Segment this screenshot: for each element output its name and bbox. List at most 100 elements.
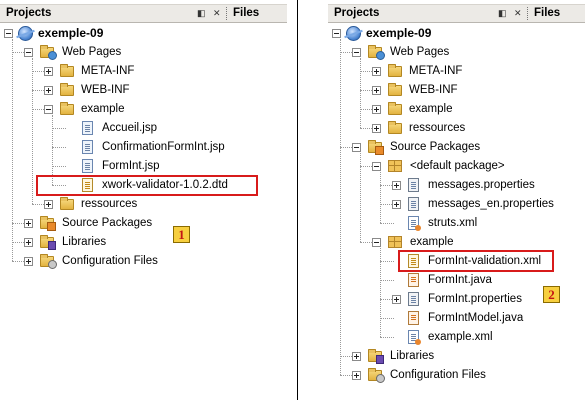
tree-item-label: ConfirmationFormInt.jsp [102,141,225,153]
folder-icon [60,102,74,115]
tree-item-label: <default package> [410,160,505,172]
collapse-toggle[interactable] [44,105,53,114]
tree-item-label: Configuration Files [62,255,158,267]
tab-projects[interactable]: Projects [0,5,51,22]
expand-toggle[interactable] [24,238,33,247]
configuration-files-icon [40,254,57,269]
source-packages-icon [40,216,56,231]
collapse-toggle[interactable] [372,162,381,171]
close-icon[interactable]: ✕ [213,5,221,22]
folder-icon [60,83,74,96]
expand-toggle[interactable] [372,105,381,114]
collapse-toggle[interactable] [352,143,361,152]
collapse-toggle[interactable] [332,29,341,38]
expand-toggle[interactable] [44,86,53,95]
tree-item-label: exemple-09 [366,26,432,40]
minimize-icon[interactable]: ◧ [498,5,507,22]
tree-item-label: Web Pages [390,46,450,58]
expand-toggle[interactable] [372,67,381,76]
panel-header: Projects ◧ ✕ Files [0,4,287,23]
expand-toggle[interactable] [372,86,381,95]
tree-item-label: FormInt.properties [428,293,522,305]
tree-item-label: ressources [81,198,138,210]
tree-item-label: example.xml [428,331,493,343]
expand-toggle[interactable] [24,257,33,266]
properties-file-icon [408,292,419,306]
tab-files[interactable]: Files [233,5,259,22]
web-pages-folder-icon [40,45,57,60]
panel-divider [297,0,298,400]
tree-item-label: exemple-09 [38,26,104,40]
java-file-icon [408,273,419,287]
tree-item-label: Libraries [62,236,107,248]
expand-toggle[interactable] [392,295,401,304]
collapse-toggle[interactable] [352,48,361,57]
expand-toggle[interactable] [24,219,33,228]
collapse-toggle[interactable] [4,29,13,38]
web-pages-folder-icon [368,45,385,60]
projects-panel-right: Projects ◧ ✕ Files exemple-09 Web Pages … [328,0,585,400]
folder-icon [388,121,402,134]
folder-icon [60,197,74,210]
expand-toggle[interactable] [352,352,361,361]
expand-toggle[interactable] [392,200,401,209]
step-badge-1: 1 [173,226,190,243]
xml-file-icon [408,330,421,345]
folder-icon [60,64,74,77]
expand-toggle[interactable] [392,181,401,190]
projects-panel-left: Projects ◧ ✕ Files exemple-09 Web Pages … [0,0,287,400]
tree-item-label: messages.properties [428,179,535,191]
folder-icon [388,83,402,96]
highlight-box-dtd [36,175,258,196]
tree-item-label: WEB-INF [409,84,458,96]
project-icon [18,26,33,41]
tree-item-label: Configuration Files [390,369,486,381]
expand-toggle[interactable] [352,371,361,380]
tree-item-label: example [409,103,453,115]
project-icon [346,26,361,41]
tree-item-label: Source Packages [390,141,481,153]
java-file-icon [408,311,419,325]
package-icon [388,236,402,248]
tab-separator [527,7,528,20]
configuration-files-icon [368,368,385,383]
tree-item-label: messages_en.properties [428,198,554,210]
expand-toggle[interactable] [44,67,53,76]
tree-item-label: WEB-INF [81,84,130,96]
tab-separator [226,7,227,20]
highlight-box-validation [398,250,554,272]
tab-files[interactable]: Files [534,5,560,22]
collapse-toggle[interactable] [372,238,381,247]
tree-item-label: ressources [409,122,466,134]
tree-item-label: META-INF [409,65,463,77]
tree-item-label: example [81,103,125,115]
folder-icon [388,102,402,115]
tree-item-label: FormIntModel.java [428,312,524,324]
collapse-toggle[interactable] [24,48,33,57]
source-packages-icon [368,140,384,155]
properties-file-icon [408,197,419,211]
expand-toggle[interactable] [44,200,53,209]
tree-item-label: Source Packages [62,217,153,229]
tab-projects[interactable]: Projects [328,5,379,22]
jsp-file-icon [82,140,93,154]
close-icon[interactable]: ✕ [514,5,522,22]
tree-item-label: struts.xml [428,217,478,229]
tree-item-label: Libraries [390,350,435,362]
minimize-icon[interactable]: ◧ [197,5,206,22]
expand-toggle[interactable] [372,124,381,133]
tree-item-label: META-INF [81,65,135,77]
tree-item-label: Accueil.jsp [102,122,157,134]
tree-item-label: Web Pages [62,46,122,58]
tree-item-label: FormInt.jsp [102,160,160,172]
jsp-file-icon [82,121,93,135]
libraries-icon [368,349,384,364]
folder-icon [388,64,402,77]
tree-item-label: FormInt.java [428,274,492,286]
panel-header: Projects ◧ ✕ Files [328,4,585,23]
package-icon [388,160,402,172]
libraries-icon [40,235,56,250]
properties-file-icon [408,178,419,192]
xml-file-icon [408,216,421,231]
step-badge-2: 2 [543,286,560,303]
